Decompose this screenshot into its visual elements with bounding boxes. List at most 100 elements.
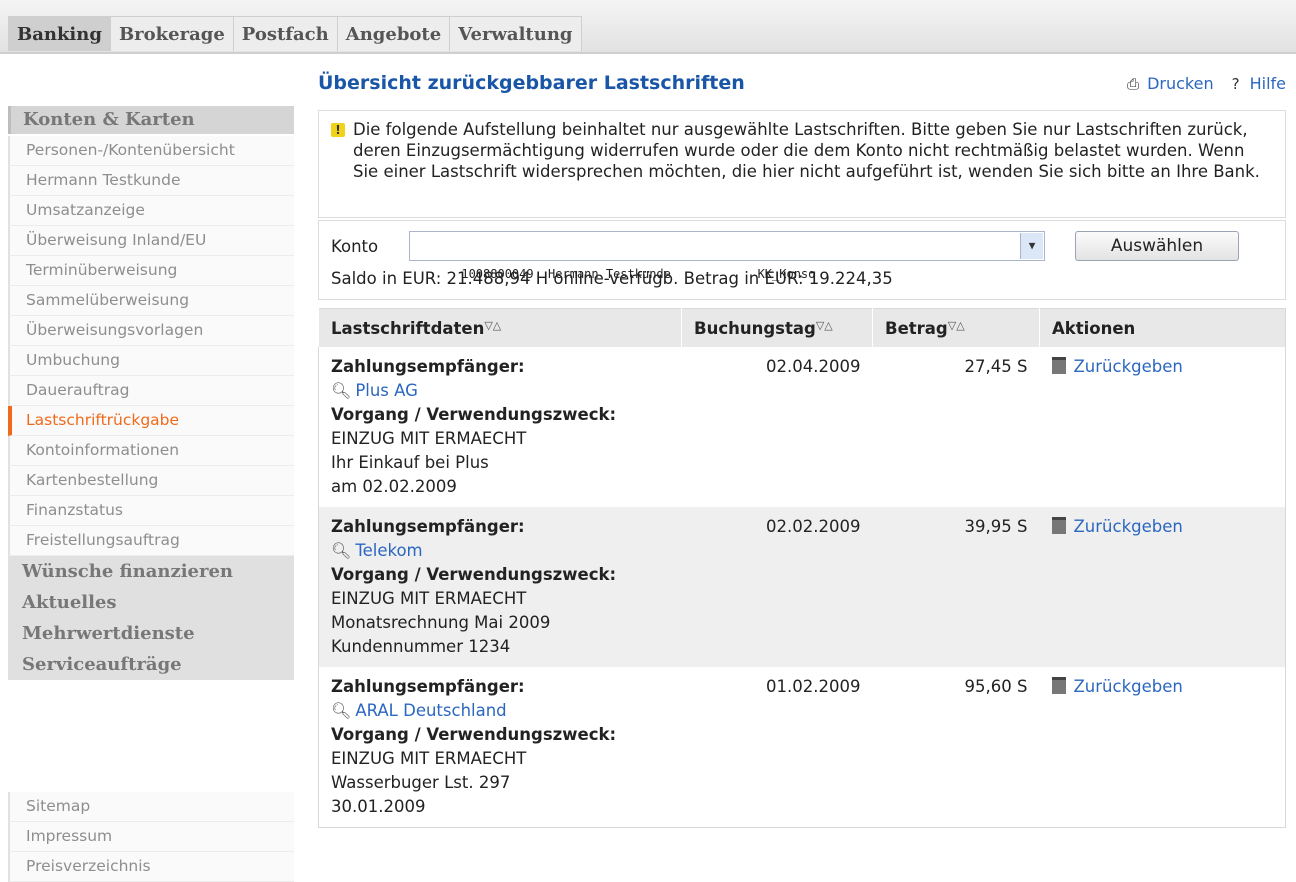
sidebar-item-freistellungsauftrag[interactable]: Freistellungsauftrag bbox=[8, 526, 294, 556]
warning-icon: ! bbox=[331, 123, 345, 137]
debit-details: Zahlungsempfänger: 🔍︎ Plus AG Vorgang / V… bbox=[319, 347, 682, 507]
page-title: Übersicht zurückgebbarer Lastschriften bbox=[318, 72, 745, 94]
return-link[interactable]: Zurückgeben bbox=[1074, 677, 1183, 696]
sidebar-item-terminueberweisung[interactable]: Terminüberweisung bbox=[8, 256, 294, 286]
notice-text: Die folgende Aufstellung beinhaltet nur … bbox=[353, 120, 1260, 181]
col-lastschriftdaten[interactable]: Lastschriftdaten▽△ bbox=[318, 308, 682, 347]
top-navigation: Banking Brokerage Postfach Angebote Verw… bbox=[0, 0, 1296, 54]
magnifier-icon[interactable]: 🔍︎ bbox=[331, 701, 351, 720]
col-buchungstag[interactable]: Buchungstag▽△ bbox=[681, 308, 873, 347]
sitemap-link[interactable]: Sitemap bbox=[8, 792, 294, 822]
sidebar-item-finanzstatus[interactable]: Finanzstatus bbox=[8, 496, 294, 526]
amount: 27,45 S bbox=[964, 357, 1028, 376]
balance-info: Saldo in EUR: 21.488,94 H online-verfügb… bbox=[331, 269, 893, 288]
preisverzeichnis-link[interactable]: Preisverzeichnis bbox=[8, 852, 294, 882]
debit-details: Zahlungsempfänger: 🔍︎ ARAL Deutschland Vo… bbox=[319, 667, 682, 828]
debit-details: Zahlungsempfänger: 🔍︎ Telekom Vorgang / V… bbox=[318, 507, 682, 667]
purpose-line: EINZUG MIT ERMAECHT bbox=[331, 749, 527, 768]
col-label: Buchungstag bbox=[694, 318, 816, 338]
actions-cell: Zurückgeben bbox=[1040, 347, 1286, 507]
sort-icon[interactable]: ▽△ bbox=[816, 319, 833, 332]
purpose-line: Ihr Einkauf bei Plus bbox=[331, 453, 489, 472]
purpose-line: Monatsrechnung Mai 2009 bbox=[331, 613, 551, 632]
help-icon: ? bbox=[1231, 74, 1240, 93]
sort-icon[interactable]: ▽△ bbox=[484, 319, 501, 332]
tab-postfach[interactable]: Postfach bbox=[232, 16, 338, 51]
purpose-line: am 02.02.2009 bbox=[331, 477, 457, 496]
sidebar-item-umbuchung[interactable]: Umbuchung bbox=[8, 346, 294, 376]
account-select[interactable]: 1008800049 Hermann Testkunde KK_Konso ▼ bbox=[409, 231, 1045, 281]
info-notice: ! Die folgende Aufstellung beinhaltet nu… bbox=[318, 110, 1286, 218]
sidebar-item-personen[interactable]: Personen-/Kontenübersicht bbox=[8, 136, 294, 166]
payee-link[interactable]: ARAL Deutschland bbox=[355, 701, 506, 720]
payee-link[interactable]: Plus AG bbox=[355, 381, 418, 400]
tab-banking[interactable]: Banking bbox=[8, 16, 111, 51]
magnifier-icon[interactable]: 🔍︎ bbox=[331, 541, 351, 560]
return-link[interactable]: Zurückgeben bbox=[1074, 357, 1183, 376]
konto-label: Konto bbox=[331, 237, 379, 256]
sidebar-item-kartenbestellung[interactable]: Kartenbestellung bbox=[8, 466, 294, 496]
payee-label: Zahlungsempfänger: bbox=[331, 357, 525, 376]
amount: 95,60 S bbox=[964, 677, 1028, 696]
table-row: Zahlungsempfänger: 🔍︎ Telekom Vorgang / V… bbox=[318, 507, 1286, 667]
payee-link[interactable]: Telekom bbox=[355, 541, 422, 560]
tab-bar: Banking Brokerage Postfach Angebote Verw… bbox=[8, 16, 582, 52]
impressum-link[interactable]: Impressum bbox=[8, 822, 294, 852]
tab-verwaltung[interactable]: Verwaltung bbox=[449, 16, 582, 51]
booking-date: 02.02.2009 bbox=[681, 507, 873, 667]
help-label: Hilfe bbox=[1249, 74, 1286, 93]
col-label: Betrag bbox=[885, 318, 948, 338]
chevron-down-icon[interactable]: ▼ bbox=[1020, 233, 1043, 259]
trash-icon bbox=[1051, 357, 1066, 374]
col-aktionen: Aktionen bbox=[1039, 308, 1286, 347]
table-row: Zahlungsempfänger: 🔍︎ Plus AG Vorgang / V… bbox=[319, 347, 1286, 507]
sidebar-item-lastschriftrueckgabe[interactable]: Lastschriftrückgabe bbox=[8, 406, 294, 436]
print-label: Drucken bbox=[1147, 74, 1214, 93]
actions-cell: Zurückgeben bbox=[1039, 507, 1286, 667]
sidebar-item-vorlagen[interactable]: Überweisungsvorlagen bbox=[8, 316, 294, 346]
print-link[interactable]: ⎙ Drucken bbox=[1125, 74, 1214, 93]
magnifier-icon[interactable]: 🔍︎ bbox=[331, 381, 351, 400]
select-account-button[interactable]: Auswählen bbox=[1075, 231, 1239, 261]
table-header-row: Lastschriftdaten▽△ Buchungstag▽△ Betrag▽… bbox=[318, 308, 1286, 347]
account-selector: Konto 1008800049 Hermann Testkunde KK_Ko… bbox=[318, 220, 1286, 300]
trash-icon bbox=[1051, 517, 1066, 534]
purpose-label: Vorgang / Verwendungszweck: bbox=[331, 725, 617, 744]
sidebar-section-aktuelles[interactable]: Aktuelles bbox=[8, 587, 294, 618]
purpose-line: EINZUG MIT ERMAECHT bbox=[331, 589, 527, 608]
booking-date: 01.02.2009 bbox=[766, 677, 861, 696]
sidebar-item-hermann[interactable]: Hermann Testkunde bbox=[8, 166, 294, 196]
return-link[interactable]: Zurückgeben bbox=[1074, 517, 1183, 536]
sidebar-section-serviceauftraege[interactable]: Serviceaufträge bbox=[8, 649, 294, 680]
purpose-line: 30.01.2009 bbox=[331, 797, 426, 816]
amount: 39,95 S bbox=[872, 507, 1040, 667]
sidebar-item-dauerauftrag[interactable]: Dauerauftrag bbox=[8, 376, 294, 406]
purpose-label: Vorgang / Verwendungszweck: bbox=[331, 405, 617, 424]
sort-icon[interactable]: ▽△ bbox=[948, 319, 965, 332]
col-betrag[interactable]: Betrag▽△ bbox=[872, 308, 1040, 347]
sidebar: Konten & Karten Personen-/Kontenübersich… bbox=[8, 106, 294, 680]
payee-label: Zahlungsempfänger: bbox=[331, 517, 525, 536]
sidebar-item-kontoinformationen[interactable]: Kontoinformationen bbox=[8, 436, 294, 466]
direct-debit-table: Lastschriftdaten▽△ Buchungstag▽△ Betrag▽… bbox=[318, 308, 1286, 828]
purpose-line: EINZUG MIT ERMAECHT bbox=[331, 429, 527, 448]
sidebar-section-finanzieren[interactable]: Wünsche finanzieren bbox=[8, 556, 294, 587]
page-actions: ⎙ Drucken ? Hilfe bbox=[1125, 74, 1286, 93]
tab-brokerage[interactable]: Brokerage bbox=[109, 16, 234, 51]
sidebar-item-ueberweisung[interactable]: Überweisung Inland/EU bbox=[8, 226, 294, 256]
footer-links: Sitemap Impressum Preisverzeichnis bbox=[8, 792, 294, 882]
help-link[interactable]: ? Hilfe bbox=[1228, 74, 1286, 93]
booking-date: 02.04.2009 bbox=[766, 357, 861, 376]
tab-angebote[interactable]: Angebote bbox=[336, 16, 451, 51]
sidebar-item-sammelueberweisung[interactable]: Sammelüberweisung bbox=[8, 286, 294, 316]
printer-icon: ⎙ bbox=[1127, 74, 1140, 93]
purpose-line: Wasserbuger Lst. 297 bbox=[331, 773, 511, 792]
sidebar-section-mehrwertdienste[interactable]: Mehrwertdienste bbox=[8, 618, 294, 649]
trash-icon bbox=[1051, 677, 1066, 694]
table-row: Zahlungsempfänger: 🔍︎ ARAL Deutschland Vo… bbox=[319, 667, 1286, 828]
purpose-label: Vorgang / Verwendungszweck: bbox=[331, 565, 617, 584]
sidebar-heading[interactable]: Konten & Karten bbox=[8, 106, 294, 134]
payee-label: Zahlungsempfänger: bbox=[331, 677, 525, 696]
col-label: Lastschriftdaten bbox=[331, 318, 485, 338]
sidebar-item-umsatzanzeige[interactable]: Umsatzanzeige bbox=[8, 196, 294, 226]
